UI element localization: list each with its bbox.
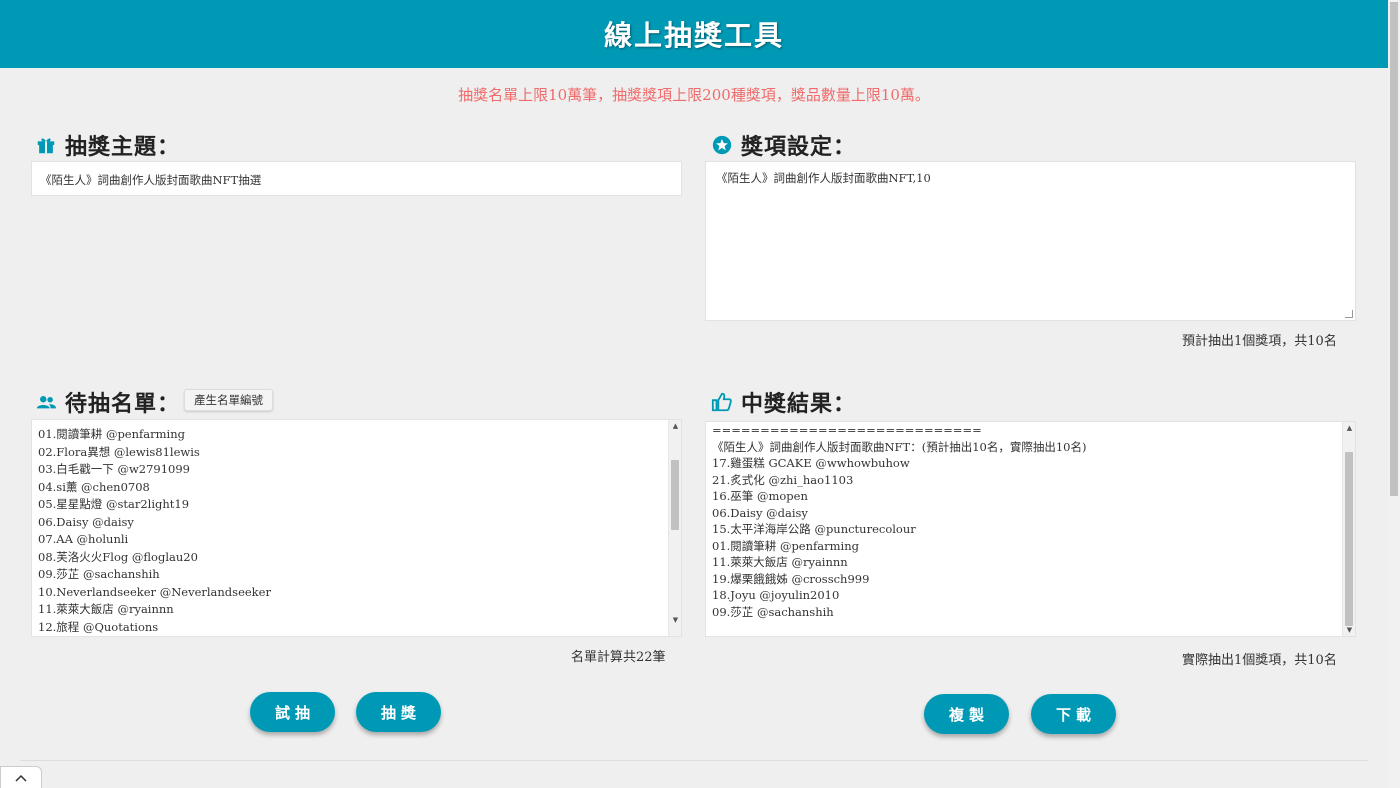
results-heading: 中獎結果： bbox=[711, 386, 856, 418]
list-item: 08.芙洛火火Flog @floglau20 bbox=[38, 549, 198, 564]
list-item: 16.巫筆 @mopen bbox=[712, 489, 808, 503]
list-item: 11.萊萊大飯店 @ryainnn bbox=[712, 555, 848, 569]
candidate-list-textarea[interactable]: 01.閱讀筆耕 @penfarming 02.Flora異想 @lewis81l… bbox=[31, 419, 682, 637]
list-item: 03.白毛戳一下 @w2791099 bbox=[38, 462, 191, 476]
topic-heading-label: 抽獎主題： bbox=[65, 135, 181, 160]
page-scrollbar-thumb[interactable] bbox=[1390, 2, 1398, 496]
list-item: 18.Joyu @joyulin2010 bbox=[712, 588, 840, 602]
thumbs-up-icon bbox=[711, 392, 732, 412]
gift-icon bbox=[37, 138, 55, 154]
list-item: 01.閱讀筆耕 @penfarming bbox=[712, 538, 859, 553]
list-item: 10.Neverlandseeker @Neverlandseeker bbox=[38, 584, 271, 599]
list-item: 15.太平洋海岸公路 @puncturecolour bbox=[712, 522, 916, 536]
prize-heading: 獎項設定： bbox=[711, 129, 856, 161]
copy-button[interactable]: 複製 bbox=[924, 694, 1009, 734]
list-item: ============================ bbox=[712, 423, 982, 437]
prize-heading-label: 獎項設定： bbox=[741, 135, 857, 160]
results-textarea[interactable]: ============================ 《陌生人》詞曲創作人版… bbox=[705, 421, 1356, 637]
page-scrollbar[interactable] bbox=[1388, 0, 1400, 788]
app-header: 線上抽獎工具 bbox=[0, 0, 1388, 68]
list-item: 12.旅程 @Quotations bbox=[38, 619, 159, 634]
list-item: 02.Flora異想 @lewis81lewis bbox=[38, 444, 200, 459]
list-item: 19.爆栗餓餓姊 @crossch999 bbox=[712, 571, 870, 586]
scroll-to-top-button[interactable] bbox=[0, 766, 42, 788]
star-circle-icon bbox=[712, 135, 732, 155]
topic-input[interactable]: 《陌生人》詞曲創作人版封面歌曲NFT抽選 bbox=[31, 161, 682, 196]
chevron-up-icon bbox=[15, 774, 27, 782]
draw-button[interactable]: 抽獎 bbox=[356, 692, 441, 732]
list-item: 17.雞蛋糕 GCAKE @wwhowbuhow bbox=[712, 456, 910, 470]
prize-settings-textarea[interactable]: 《陌生人》詞曲創作人版封面歌曲NFT,10 bbox=[705, 161, 1356, 321]
people-icon bbox=[36, 396, 57, 409]
scroll-down-arrow-icon[interactable]: ▼ bbox=[1343, 624, 1355, 636]
candidates-heading: 待抽名單： bbox=[35, 386, 180, 418]
candidates-heading-label: 待抽名單： bbox=[65, 392, 181, 417]
scrollbar-thumb[interactable] bbox=[671, 460, 679, 530]
scroll-up-arrow-icon[interactable]: ▲ bbox=[669, 420, 681, 432]
generate-number-button[interactable]: 產生名單編號 bbox=[184, 389, 273, 411]
prize-settings-value: 《陌生人》詞曲創作人版封面歌曲NFT,10 bbox=[716, 171, 931, 185]
scrollbar-thumb[interactable] bbox=[1345, 452, 1353, 626]
trial-draw-button[interactable]: 試抽 bbox=[250, 692, 335, 732]
download-button[interactable]: 下載 bbox=[1031, 694, 1116, 734]
list-item: 09.莎芷 @sachanshih bbox=[712, 604, 834, 619]
resize-handle[interactable] bbox=[1345, 310, 1353, 318]
list-item: 21.炙式化 @zhi_hao1103 bbox=[712, 472, 854, 487]
candidate-list-scrollbar[interactable]: ▲ ▼ bbox=[668, 420, 681, 636]
list-item: 06.Daisy @daisy bbox=[38, 514, 134, 529]
results-heading-label: 中獎結果： bbox=[741, 392, 857, 417]
limit-notice: 抽獎名單上限10萬筆，抽獎獎項上限200種獎項，獎品數量上限10萬。 bbox=[458, 86, 930, 104]
candidate-count: 名單計算共22筆 bbox=[571, 650, 666, 665]
list-item: 04.si薰 @chen0708 bbox=[38, 479, 150, 494]
results-summary: 實際抽出1個獎項，共10名 bbox=[1182, 653, 1337, 668]
list-item: 06.Daisy @daisy bbox=[712, 505, 808, 520]
list-item: 05.星星點燈 @star2light19 bbox=[38, 497, 190, 511]
list-item: 07.AA @holunli bbox=[38, 532, 129, 546]
list-item: 《陌生人》詞曲創作人版封面歌曲NFT：(預計抽出10名，實際抽出10名) bbox=[712, 439, 1087, 454]
list-item: 09.莎芷 @sachanshih bbox=[38, 567, 160, 581]
list-item: 11.萊萊大飯店 @ryainnn bbox=[38, 602, 174, 616]
list-item: 01.閱讀筆耕 @penfarming bbox=[38, 427, 185, 441]
prize-summary: 預計抽出1個獎項，共10名 bbox=[1182, 334, 1337, 349]
scroll-down-arrow-icon[interactable]: ▼ bbox=[669, 614, 681, 626]
results-scrollbar[interactable]: ▲ ▼ bbox=[1342, 422, 1355, 636]
footer-divider bbox=[20, 760, 1368, 761]
scroll-up-arrow-icon[interactable]: ▲ bbox=[1343, 422, 1355, 434]
topic-heading: 抽獎主題： bbox=[35, 129, 180, 161]
page-title: 線上抽獎工具 bbox=[603, 19, 784, 52]
